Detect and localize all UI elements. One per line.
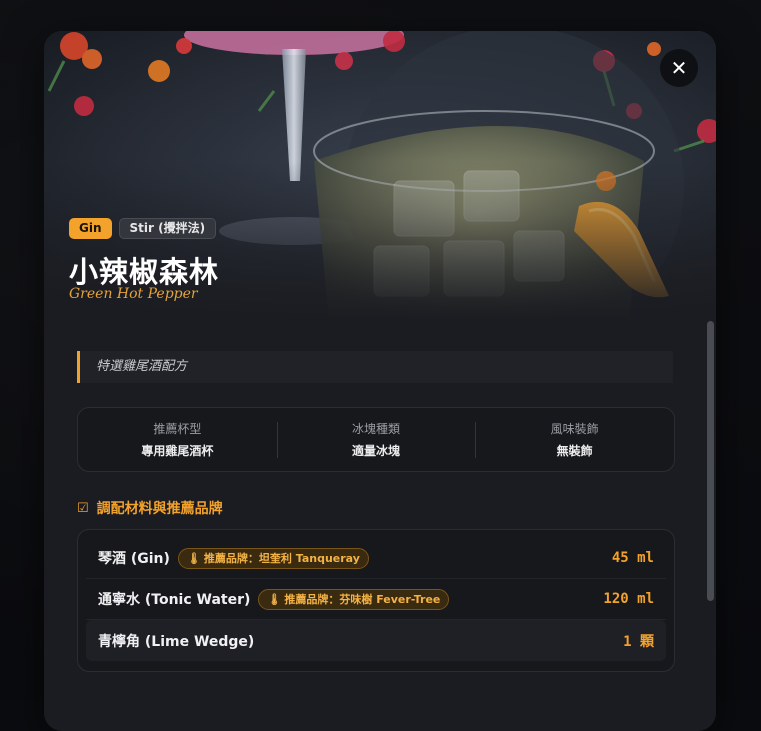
info-label: 冰塊種類 [352, 422, 401, 436]
bottle-icon: 🌡︎ [267, 592, 282, 606]
cocktail-title: 小辣椒森林 [69, 255, 220, 289]
ingredient-row: 通寧水 (Tonic Water) 🌡︎ 推薦品牌：芬味樹 Fever-Tree… [86, 579, 666, 620]
cocktail-subtitle: Green Hot Pepper [69, 286, 198, 302]
ingredient-amount: 1 顆 [623, 633, 654, 650]
ingredients-list: 琴酒 (Gin) 🌡︎ 推薦品牌：坦奎利 Tanqueray 45 ml 通寧水… [77, 529, 675, 672]
info-value: 無裝飾 [556, 444, 593, 458]
tag-list: Gin Stir (攪拌法) [69, 218, 217, 239]
ingredient-name: 通寧水 (Tonic Water) [98, 592, 251, 608]
ingredient-name: 琴酒 (Gin) [98, 551, 170, 567]
cocktail-detail-modal: ✕ Gin Stir (攪拌法) 小辣椒森林 Green Hot Pepper … [44, 31, 716, 731]
brand-text: 推薦品牌：坦奎利 Tanqueray [203, 551, 360, 565]
list-check-icon: ☑︎ [77, 500, 89, 516]
close-button[interactable]: ✕ [660, 49, 698, 87]
brand-text: 推薦品牌：芬味樹 Fever-Tree [284, 592, 441, 606]
bottle-icon: 🌡︎ [186, 551, 201, 565]
ingredient-amount: 45 ml [611, 550, 654, 566]
serving-info-panel: 推薦杯型 專用雞尾酒杯 冰塊種類 適量冰塊 風味裝飾 無裝飾 [77, 407, 675, 472]
brand-badge: 🌡︎ 推薦品牌：坦奎利 Tanqueray [177, 547, 369, 569]
ingredient-row: 青檸角 (Lime Wedge) 1 顆 [86, 620, 666, 661]
info-label: 風味裝飾 [550, 422, 599, 436]
info-value: 適量冰塊 [352, 444, 401, 458]
info-value: 專用雞尾酒杯 [141, 444, 214, 458]
recipe-description: 特選雞尾酒配方 [77, 351, 673, 383]
hero-image: ✕ Gin Stir (攪拌法) 小辣椒森林 Green Hot Pepper [44, 31, 716, 321]
ingredient-amount: 120 ml [603, 591, 654, 607]
info-label: 推薦杯型 [153, 422, 202, 436]
ingredient-name: 青檸角 (Lime Wedge) [98, 633, 255, 650]
info-garnish: 風味裝飾 無裝飾 [475, 408, 674, 471]
info-glass: 推薦杯型 專用雞尾酒杯 [78, 408, 277, 471]
modal-scrollbar[interactable] [707, 321, 714, 601]
ingredients-heading-text: 調配材料與推薦品牌 [96, 501, 223, 517]
method-tag: Stir (攪拌法) [118, 218, 217, 239]
ingredient-row: 琴酒 (Gin) 🌡︎ 推薦品牌：坦奎利 Tanqueray 45 ml [86, 538, 666, 579]
close-icon: ✕ [670, 56, 688, 80]
brand-badge: 🌡︎ 推薦品牌：芬味樹 Fever-Tree [258, 588, 450, 610]
ingredients-heading: ☑︎ 調配材料與推薦品牌 [77, 498, 223, 518]
spirit-tag: Gin [69, 218, 112, 239]
info-ice: 冰塊種類 適量冰塊 [276, 408, 476, 471]
